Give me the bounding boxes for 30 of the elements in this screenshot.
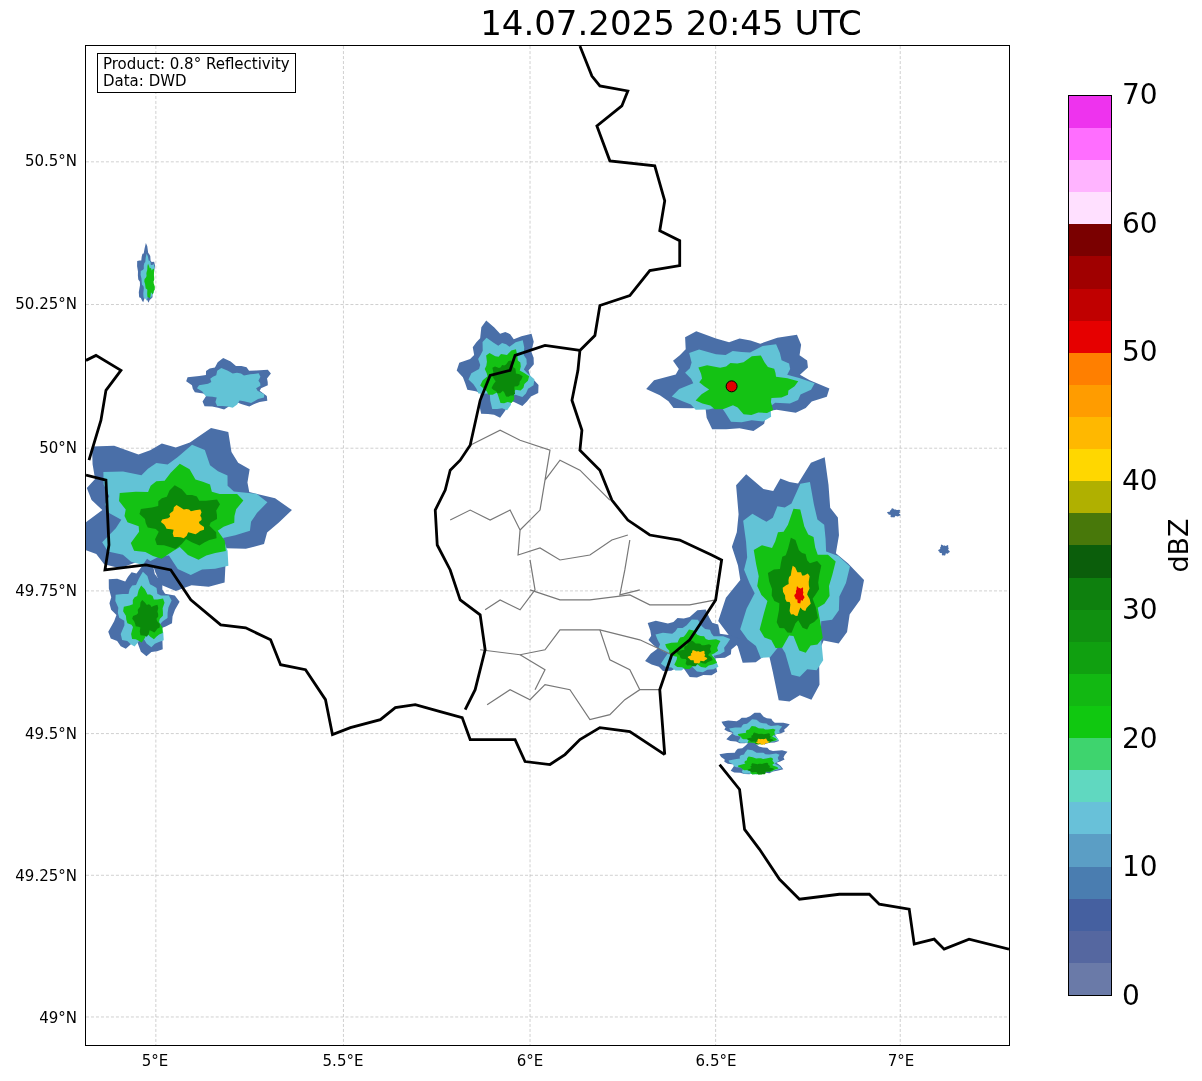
colorbar-tick-label: 30	[1122, 595, 1158, 624]
latitude-tick-label: 50.25°N	[15, 295, 77, 313]
longitude-tick-label: 5°E	[141, 1052, 169, 1070]
latitude-tick-label: 49.75°N	[15, 582, 77, 600]
colorbar-tick-label: 20	[1122, 724, 1158, 753]
radar-echo	[887, 508, 901, 518]
latitude-tick-label: 50.5°N	[24, 152, 77, 170]
colorbar-tick-label: 10	[1122, 853, 1158, 882]
radar-echo	[721, 712, 790, 745]
longitude-tick-label: 5.5°E	[322, 1052, 364, 1070]
legend-text: Product: 0.8° Reflectivity	[103, 56, 290, 73]
colorbar-tick-label: 50	[1122, 338, 1158, 367]
legend-text: Data: DWD	[103, 73, 188, 90]
latitude-tick-label: 49.5°N	[24, 725, 77, 743]
longitude-tick-label: 7°E	[887, 1052, 915, 1070]
colorbar-label: dBZ	[1162, 518, 1194, 573]
plot-title: 14.07.2025 20:45 UTC	[479, 2, 862, 43]
longitude-tick-label: 6.5°E	[695, 1052, 737, 1070]
colorbar-tick-label: 40	[1122, 467, 1158, 496]
latitude-tick-label: 50°N	[39, 439, 77, 457]
radar-site-marker	[725, 380, 738, 393]
latitude-tick-label: 49.25°N	[15, 867, 77, 885]
radar-echo	[137, 243, 156, 303]
latitude-tick-label: 49°N	[39, 1009, 77, 1027]
colorbar-tick-label: 0	[1122, 982, 1140, 1010]
colorbar-tick-label: 70	[1122, 81, 1158, 109]
radar-echo	[938, 544, 950, 556]
radar-echo	[719, 742, 788, 775]
colorbar-tick-label: 60	[1122, 209, 1158, 238]
longitude-tick-label: 6°E	[516, 1052, 544, 1070]
